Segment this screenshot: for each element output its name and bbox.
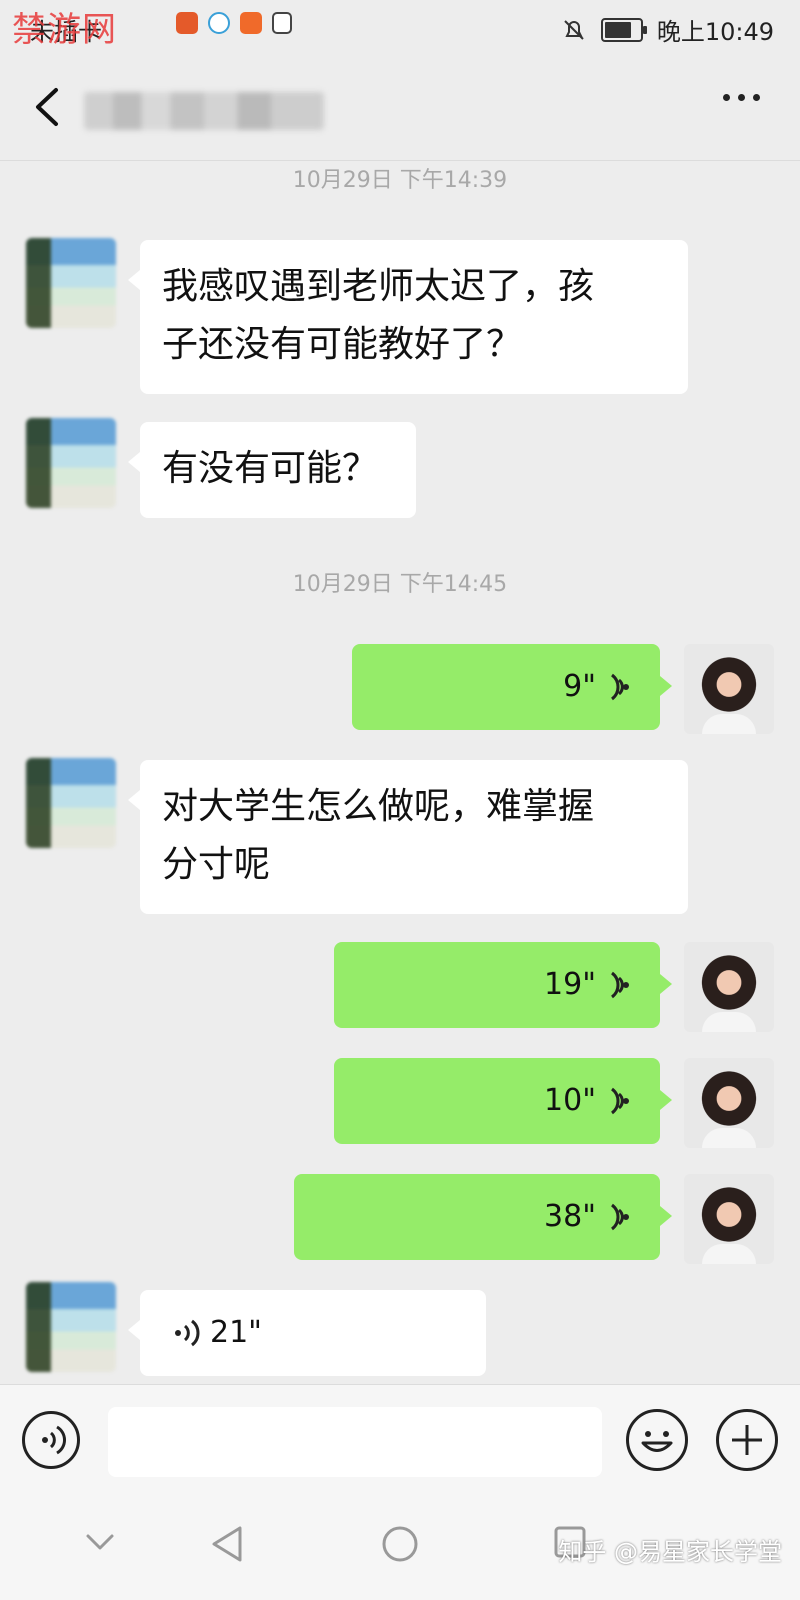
outgoing-voice-message[interactable]: 9" — [352, 644, 672, 730]
contact-avatar[interactable] — [26, 1282, 116, 1372]
app-notification-icon — [176, 12, 198, 34]
voice-wave-icon — [611, 1087, 629, 1115]
nav-home-icon[interactable] — [380, 1524, 420, 1564]
incoming-message[interactable]: 我感叹遇到老师太迟了，孩 子还没有可能教好了？ — [128, 240, 688, 394]
message-line: 分寸呢 — [162, 844, 271, 885]
my-avatar[interactable] — [684, 1174, 774, 1264]
my-avatar[interactable] — [684, 1058, 774, 1148]
voice-wave-icon — [611, 673, 629, 701]
message-line: 我感叹遇到老师太迟了，孩 — [162, 266, 595, 307]
bell-muted-icon — [564, 19, 584, 40]
upload-icon — [272, 12, 292, 34]
outgoing-voice-message[interactable]: 19" — [334, 942, 672, 1028]
incoming-message[interactable]: 对大学生怎么做呢，难掌握 分寸呢 — [128, 760, 688, 914]
clock: 晚上10:49 — [656, 18, 774, 46]
message-timestamp: 10月29日 下午14:45 — [292, 572, 508, 597]
input-bar — [0, 1384, 800, 1497]
message-input[interactable] — [108, 1407, 602, 1477]
voice-wave-icon — [611, 971, 629, 999]
voice-wave-icon — [175, 1319, 200, 1347]
incoming-message[interactable]: 有没有可能？ — [128, 422, 416, 518]
voice-duration: 21" — [210, 1315, 262, 1350]
message-timestamp: 10月29日 下午14:39 — [292, 168, 508, 193]
video-app-icon — [240, 12, 262, 34]
system-nav-bar: 知乎 @易星家长学堂 — [0, 1496, 800, 1600]
status-bar: 未插卡 晚上10:49 禁游网 — [0, 0, 800, 56]
more-dots-icon[interactable] — [723, 94, 760, 101]
status-app-icons — [176, 12, 292, 34]
plus-icon[interactable] — [716, 1409, 778, 1471]
contact-avatar[interactable] — [26, 418, 116, 508]
chat-title-blurred — [84, 92, 324, 130]
message-line: 子还没有可能教好了？ — [162, 324, 523, 365]
outgoing-voice-message[interactable]: 10" — [334, 1058, 672, 1144]
contact-avatar[interactable] — [26, 238, 116, 328]
voice-duration: 9" — [563, 669, 596, 704]
battery-icon — [600, 17, 647, 42]
voice-duration: 19" — [544, 967, 596, 1002]
voice-duration: 10" — [544, 1083, 596, 1118]
outgoing-voice-message[interactable]: 38" — [294, 1174, 672, 1260]
incoming-voice-message[interactable]: 21" — [128, 1290, 486, 1376]
source-credit: 知乎 @易星家长学堂 — [558, 1538, 782, 1566]
my-avatar[interactable] — [684, 644, 774, 734]
voice-wave-icon — [611, 1203, 629, 1231]
emoji-icon[interactable] — [626, 1409, 688, 1471]
chevron-down-icon[interactable] — [82, 1524, 118, 1560]
status-right: 晚上10:49 — [561, 12, 774, 47]
contact-avatar[interactable] — [26, 758, 116, 848]
nav-back-icon[interactable] — [208, 1524, 248, 1564]
sync-icon — [208, 12, 230, 34]
my-avatar[interactable] — [684, 942, 774, 1032]
message-line: 对大学生怎么做呢，难掌握 — [162, 786, 595, 827]
watermark-text: 禁游网 — [12, 10, 117, 50]
chat-header — [0, 56, 800, 161]
voice-duration: 38" — [544, 1199, 596, 1234]
chevron-left-icon[interactable] — [28, 82, 68, 132]
message-line: 有没有可能？ — [162, 448, 379, 489]
voice-icon[interactable] — [22, 1411, 80, 1469]
